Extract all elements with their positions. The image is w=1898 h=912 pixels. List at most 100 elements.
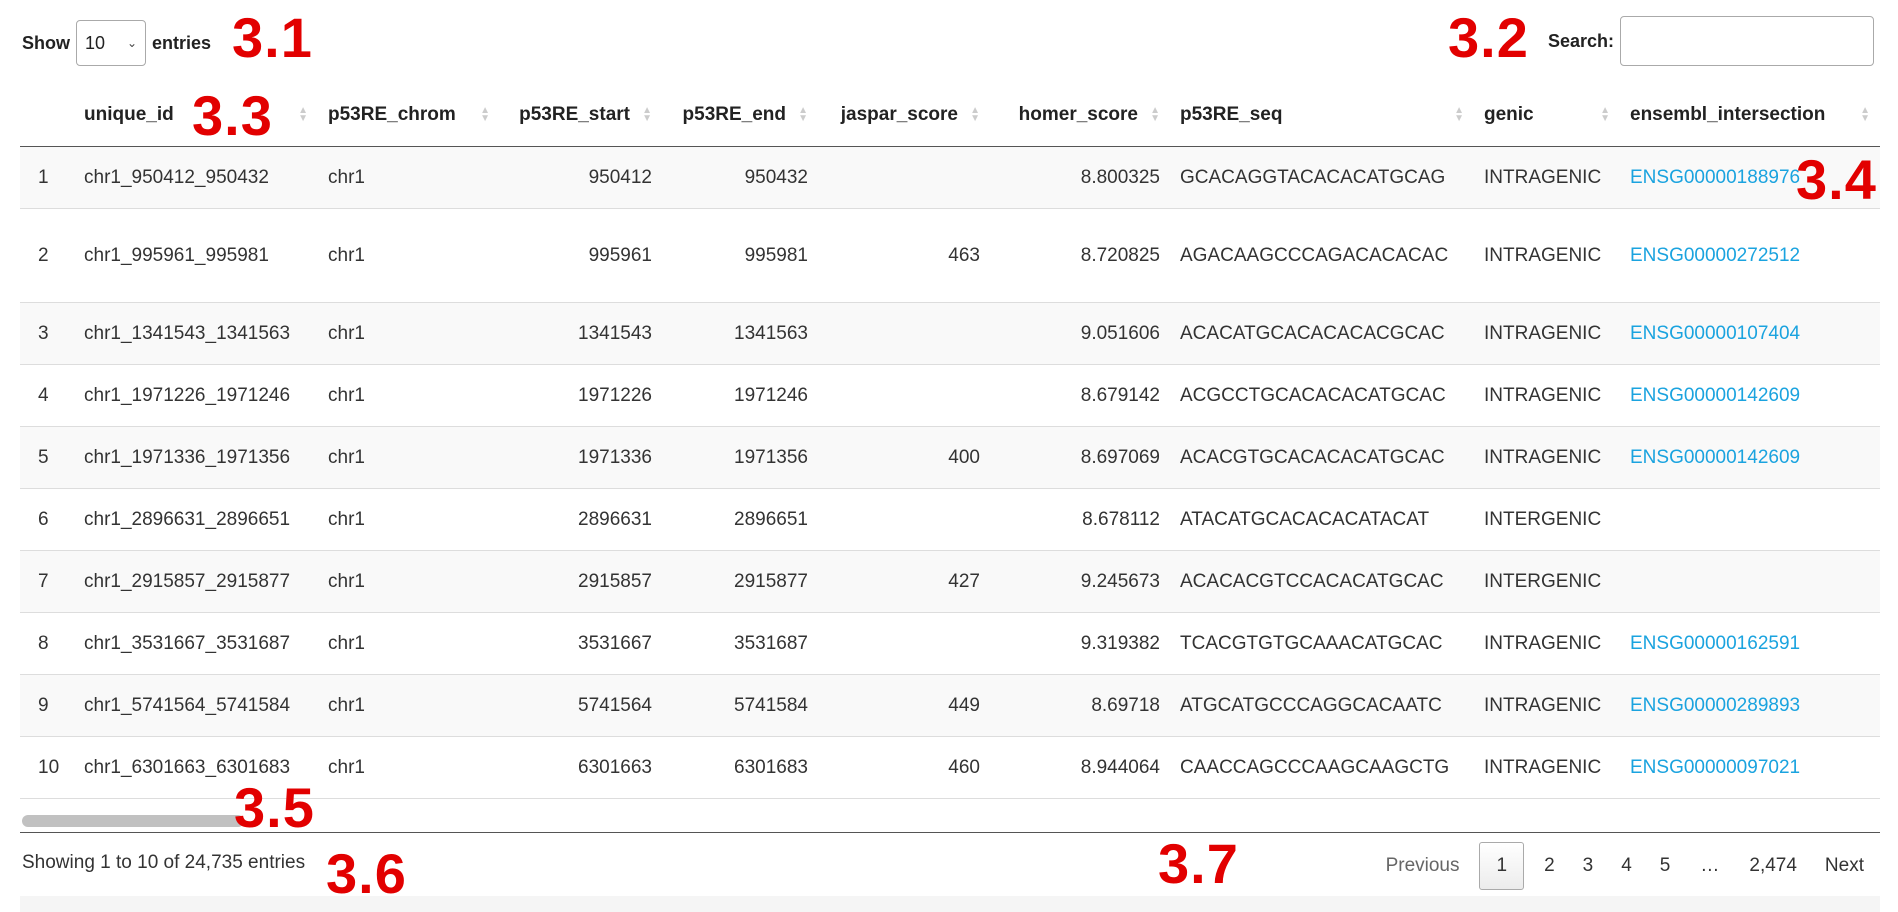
cell-jaspar-score <box>818 364 990 427</box>
cell-start: 2915857 <box>500 550 662 613</box>
cell-end: 5741584 <box>662 674 818 737</box>
cell-seq: ATACATGCACACACATACAT <box>1170 488 1474 551</box>
table-row: 9 chr1_5741564_5741584 chr1 5741564 5741… <box>20 674 1880 737</box>
cell-seq: ACACACGTCCACACATGCAC <box>1170 550 1474 613</box>
cell-seq: CAACCAGCCCAAGCAAGCTG <box>1170 736 1474 799</box>
cell-unique-id: chr1_1341543_1341563 <box>74 302 318 365</box>
column-header-jaspar-score[interactable]: jaspar_score ▲ ▼ <box>818 84 990 147</box>
cell-homer-score: 8.800325 <box>990 146 1170 209</box>
cell-unique-id: chr1_1971336_1971356 <box>74 426 318 489</box>
pagination-page-last[interactable]: 2,474 <box>1735 841 1811 891</box>
cell-end: 2915877 <box>662 550 818 613</box>
cell-start: 5741564 <box>500 674 662 737</box>
sort-icon: ▲ ▼ <box>1150 105 1160 124</box>
cell-seq: AGACAAGCCCAGACACACAC <box>1170 208 1474 303</box>
column-header-p53re-end[interactable]: p53RE_end ▲ ▼ <box>662 84 818 147</box>
entries-length-select[interactable]: 10 ⌄ <box>76 20 146 66</box>
cell-chrom: chr1 <box>318 208 500 303</box>
row-index: 4 <box>20 364 74 427</box>
annotation-3-1: 3.1 <box>232 6 313 69</box>
scrollbar-thumb[interactable] <box>22 815 244 827</box>
pagination-page-1[interactable]: 1 <box>1479 842 1525 890</box>
row-index: 1 <box>20 146 74 209</box>
cell-end: 1971356 <box>662 426 818 489</box>
pagination-next[interactable]: Next <box>1811 841 1878 891</box>
table-row: 5 chr1_1971336_1971356 chr1 1971336 1971… <box>20 426 1880 489</box>
cell-end: 1341563 <box>662 302 818 365</box>
cell-jaspar-score: 449 <box>818 674 990 737</box>
cell-start: 6301663 <box>500 736 662 799</box>
table-header-row: unique_id ▲ ▼ p53RE_chrom ▲ ▼ p53RE_start ▲ ▼ … <box>20 84 1880 147</box>
cell-ensembl-link[interactable]: ENSG00000097021 <box>1620 736 1880 799</box>
cell-start: 950412 <box>500 146 662 209</box>
column-header-p53re-chrom[interactable]: p53RE_chrom ▲ ▼ <box>318 84 500 147</box>
column-header-genic[interactable]: genic ▲ ▼ <box>1474 84 1620 147</box>
cell-ensembl-link[interactable]: ENSG00000272512 <box>1620 208 1880 303</box>
cell-seq: ACACATGCACACACACGCAC <box>1170 302 1474 365</box>
table-info: Showing 1 to 10 of 24,735 entries <box>22 852 306 873</box>
cell-jaspar-score: 463 <box>818 208 990 303</box>
cell-chrom: chr1 <box>318 426 500 489</box>
row-index: 9 <box>20 674 74 737</box>
pagination-page-5[interactable]: 5 <box>1646 841 1685 891</box>
pagination-page-3[interactable]: 3 <box>1569 841 1608 891</box>
cell-start: 995961 <box>500 208 662 303</box>
cell-chrom: chr1 <box>318 488 500 551</box>
cell-start: 3531667 <box>500 612 662 675</box>
cell-homer-score: 8.678112 <box>990 488 1170 551</box>
pagination-previous[interactable]: Previous <box>1372 841 1474 891</box>
annotation-3-7: 3.7 <box>1158 832 1239 895</box>
row-index: 2 <box>20 208 74 303</box>
cell-jaspar-score <box>818 612 990 675</box>
pagination-page-4[interactable]: 4 <box>1607 841 1646 891</box>
cell-start: 1971336 <box>500 426 662 489</box>
cell-chrom: chr1 <box>318 674 500 737</box>
pagination-page-2[interactable]: 2 <box>1530 841 1569 891</box>
column-header-ensembl-intersection[interactable]: ensembl_intersection ▲ ▼ <box>1620 84 1880 147</box>
cell-chrom: chr1 <box>318 302 500 365</box>
cell-ensembl-link[interactable]: ENSG00000142609 <box>1620 364 1880 427</box>
table-row: 6 chr1_2896631_2896651 chr1 2896631 2896… <box>20 488 1880 551</box>
cell-ensembl-link[interactable] <box>1620 488 1880 551</box>
cell-genic: INTRAGENIC <box>1474 612 1620 675</box>
show-label: Show <box>22 32 70 53</box>
cell-homer-score: 8.697069 <box>990 426 1170 489</box>
sort-icon: ▲ ▼ <box>298 105 308 124</box>
length-select-value: 10 <box>85 32 106 53</box>
cell-genic: INTERGENIC <box>1474 550 1620 613</box>
cell-homer-score: 9.245673 <box>990 550 1170 613</box>
cell-end: 1971246 <box>662 364 818 427</box>
cell-unique-id: chr1_3531667_3531687 <box>74 612 318 675</box>
cell-end: 950432 <box>662 146 818 209</box>
cell-ensembl-link[interactable]: ENSG00000162591 <box>1620 612 1880 675</box>
chevron-down-icon: ⌄ <box>126 36 137 50</box>
search-input[interactable] <box>1620 16 1874 66</box>
cell-seq: GCACAGGTACACACATGCAG <box>1170 146 1474 209</box>
row-index: 3 <box>20 302 74 365</box>
cell-unique-id: chr1_2915857_2915877 <box>74 550 318 613</box>
cell-end: 995981 <box>662 208 818 303</box>
cell-ensembl-link[interactable]: ENSG00000289893 <box>1620 674 1880 737</box>
column-header-p53re-start[interactable]: p53RE_start ▲ ▼ <box>500 84 662 147</box>
cell-ensembl-link[interactable]: ENSG00000142609 <box>1620 426 1880 489</box>
cell-chrom: chr1 <box>318 146 500 209</box>
cell-ensembl-link[interactable]: ENSG00000107404 <box>1620 302 1880 365</box>
row-index: 5 <box>20 426 74 489</box>
table-row: 3 chr1_1341543_1341563 chr1 1341543 1341… <box>20 302 1880 365</box>
cell-genic: INTRAGENIC <box>1474 674 1620 737</box>
cell-chrom: chr1 <box>318 364 500 427</box>
cell-genic: INTRAGENIC <box>1474 426 1620 489</box>
column-header-homer-score[interactable]: homer_score ▲ ▼ <box>990 84 1170 147</box>
cell-genic: INTRAGENIC <box>1474 364 1620 427</box>
column-header-index <box>20 84 74 147</box>
cell-chrom: chr1 <box>318 612 500 675</box>
cell-unique-id: chr1_1971226_1971246 <box>74 364 318 427</box>
cell-homer-score: 9.319382 <box>990 612 1170 675</box>
column-header-p53re-seq[interactable]: p53RE_seq ▲ ▼ <box>1170 84 1474 147</box>
cell-chrom: chr1 <box>318 736 500 799</box>
cell-genic: INTERGENIC <box>1474 488 1620 551</box>
cell-ensembl-link[interactable] <box>1620 550 1880 613</box>
annotation-3-3: 3.3 <box>192 84 273 147</box>
annotation-3-5: 3.5 <box>234 776 315 839</box>
sort-icon: ▲ ▼ <box>798 105 808 124</box>
